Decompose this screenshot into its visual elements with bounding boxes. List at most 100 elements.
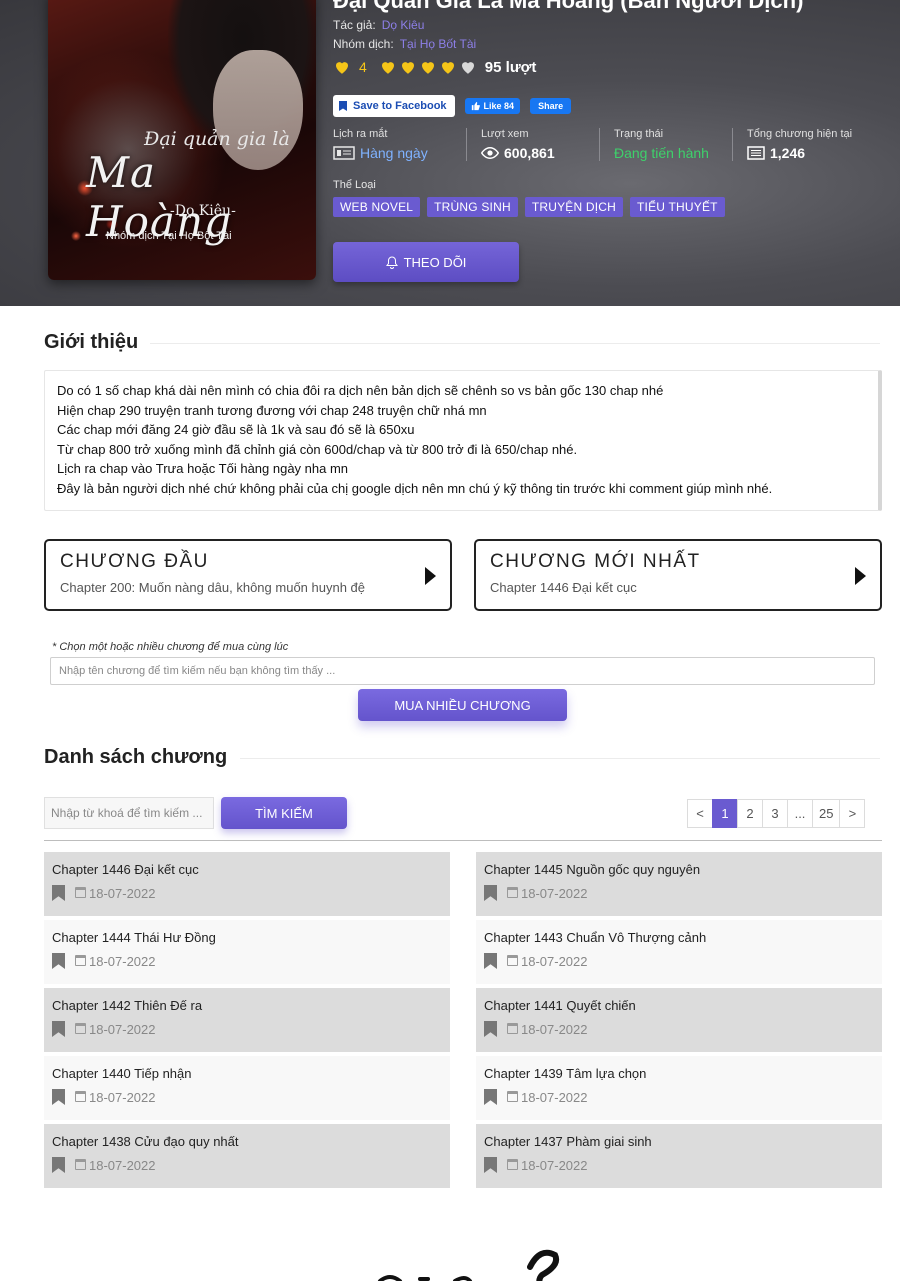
bookmark-icon[interactable] [484, 1089, 497, 1105]
chapter-name[interactable]: Chapter 1445 Nguồn gốc quy nguyên [484, 862, 874, 877]
chapter-date: 18-07-2022 [521, 1157, 588, 1173]
chapter-row[interactable]: Chapter 1444 Thái Hư Đồng 18-07-2022 [44, 920, 450, 984]
facebook-like-button[interactable]: Like 84 [464, 98, 521, 114]
chapter-meta: 18-07-2022 [484, 885, 874, 901]
group-link[interactable]: Tại Họ Bốt Tài [400, 37, 476, 51]
rating: 4 95 lượt [333, 58, 536, 76]
calendar-icon [75, 886, 86, 898]
chapter-meta: 18-07-2022 [52, 953, 442, 969]
heart-icon[interactable] [399, 58, 417, 76]
divider [44, 840, 882, 841]
rating-score: 4 [359, 59, 367, 75]
chapter-date: 18-07-2022 [89, 1157, 156, 1173]
latest-chapter-card[interactable]: CHƯƠNG MỚI NHẤT Chapter 1446 Đại kết cục [474, 539, 882, 611]
search-button[interactable]: TÌM KIẾM [221, 797, 347, 829]
save-to-facebook-button[interactable]: Save to Facebook [333, 95, 455, 117]
chapter-name[interactable]: Chapter 1439 Tâm lựa chọn [484, 1066, 874, 1081]
chapter-meta: 18-07-2022 [484, 1089, 874, 1105]
heart-icon[interactable] [379, 58, 397, 76]
calendar-icon [507, 954, 518, 966]
chapter-row[interactable]: Chapter 1437 Phàm giai sinh 18-07-2022 [476, 1124, 882, 1188]
bookmark-icon[interactable] [484, 1021, 497, 1037]
stat-chapters-value: 1,246 [770, 145, 806, 161]
page-1[interactable]: 1 [712, 799, 738, 828]
bookmark-icon[interactable] [52, 1089, 65, 1105]
chapter-row[interactable]: Chapter 1438 Cửu đạo quy nhất 18-07-2022 [44, 1124, 450, 1188]
page-last[interactable]: 25 [812, 799, 841, 828]
divider [240, 758, 880, 759]
follow-button[interactable]: THEO DÕI [333, 242, 519, 282]
chapter-date-wrap: 18-07-2022 [75, 886, 156, 901]
bookmark-icon[interactable] [52, 1157, 65, 1173]
cover-image[interactable]: Đại quản gia là Ma Hoàng -Dọ Kiêu- Nhóm … [48, 0, 316, 280]
chapter-date-wrap: 18-07-2022 [75, 1090, 156, 1105]
chapter-meta: 18-07-2022 [484, 1157, 874, 1173]
chapter-name[interactable]: Chapter 1446 Đại kết cục [52, 862, 442, 877]
stat-chapters: Tổng chương hiện tại 1,246 [732, 128, 882, 161]
bookmark-icon[interactable] [52, 1021, 65, 1037]
chapter-row[interactable]: Chapter 1446 Đại kết cục 18-07-2022 [44, 852, 450, 916]
chapter-date-wrap: 18-07-2022 [75, 1022, 156, 1037]
bookmark-icon[interactable] [52, 885, 65, 901]
heart-empty-icon[interactable] [459, 58, 477, 76]
list-icon [747, 146, 765, 160]
intro-line: Do có 1 số chap khá dài nên mình có chia… [57, 383, 664, 398]
page-3[interactable]: 3 [762, 799, 788, 828]
page-next[interactable]: > [839, 799, 866, 828]
heart-icon[interactable] [439, 58, 457, 76]
stat-views-label: Lượt xem [481, 128, 529, 140]
bookmark-icon[interactable] [52, 953, 65, 969]
chapter-name[interactable]: Chapter 1437 Phàm giai sinh [484, 1134, 874, 1149]
chapter-date: 18-07-2022 [89, 953, 156, 969]
chapter-row[interactable]: Chapter 1440 Tiếp nhận 18-07-2022 [44, 1056, 450, 1120]
calendar-icon [507, 1158, 518, 1170]
genre-tag[interactable]: WEB NOVEL [333, 197, 421, 217]
save-to-facebook-label: Save to Facebook [353, 100, 447, 112]
genre-tag[interactable]: TIỂU THUYẾT [630, 197, 725, 217]
stat-schedule-value-row: Hàng ngày [333, 145, 448, 161]
keyword-search-input[interactable]: Nhập từ khoá để tìm kiếm ... [44, 797, 214, 829]
buy-multiple-button[interactable]: MUA NHIỀU CHƯƠNG [358, 689, 567, 721]
stat-chapters-label: Tổng chương hiện tại [747, 128, 853, 140]
chapter-meta: 18-07-2022 [52, 885, 442, 901]
stat-schedule-label: Lịch ra mắt [333, 128, 388, 140]
chapter-name[interactable]: Chapter 1440 Tiếp nhận [52, 1066, 442, 1081]
latest-chapter-title: Chapter 1446 Đại kết cục [490, 580, 637, 595]
chapter-row[interactable]: Chapter 1445 Nguồn gốc quy nguyên 18-07-2… [476, 852, 882, 916]
group-label: Nhóm dịch: [333, 37, 394, 51]
latest-chapter-heading: CHƯƠNG MỚI NHẤT [490, 551, 701, 572]
chapter-name[interactable]: Chapter 1444 Thái Hư Đồng [52, 930, 442, 945]
genre-tag[interactable]: TRUYỆN DỊCH [524, 197, 624, 217]
calendar-icon [75, 1090, 86, 1102]
chapter-name[interactable]: Chapter 1442 Thiên Đế ra [52, 998, 442, 1013]
bookmark-icon[interactable] [484, 953, 497, 969]
bookmark-icon[interactable] [484, 1157, 497, 1173]
chapter-meta: 18-07-2022 [484, 953, 874, 969]
bookmark-icon[interactable] [484, 885, 497, 901]
facebook-share-button[interactable]: Share [530, 98, 572, 114]
genre-tag[interactable]: TRÙNG SINH [427, 197, 518, 217]
chapter-name[interactable]: Chapter 1441 Quyết chiến [484, 998, 874, 1013]
chapter-row[interactable]: Chapter 1442 Thiên Đế ra 18-07-2022 [44, 988, 450, 1052]
first-chapter-card[interactable]: CHƯƠNG ĐẦU Chapter 200: Muốn nàng dâu, k… [44, 539, 452, 611]
stat-views-value-row: 600,861 [481, 145, 581, 161]
chapter-search-input[interactable]: Nhập tên chương để tìm kiếm nếu bạn khôn… [50, 657, 875, 685]
rating-hearts[interactable] [379, 58, 477, 76]
chapter-name[interactable]: Chapter 1438 Cửu đạo quy nhất [52, 1134, 442, 1149]
chapter-name[interactable]: Chapter 1443 Chuẩn Vô Thượng cảnh [484, 930, 874, 945]
page-2[interactable]: 2 [737, 799, 763, 828]
chapter-row[interactable]: Chapter 1439 Tâm lựa chọn 18-07-2022 [476, 1056, 882, 1120]
chapter-date-wrap: 18-07-2022 [507, 1022, 588, 1037]
chapter-row[interactable]: Chapter 1441 Quyết chiến 18-07-2022 [476, 988, 882, 1052]
story-stats: Lịch ra mắt Hàng ngày Lượt xem 600,861 T… [333, 128, 882, 161]
page-prev[interactable]: < [687, 799, 713, 828]
chapter-list-heading: Danh sách chương [44, 746, 228, 768]
author-link[interactable]: Dọ Kiêu [382, 18, 425, 32]
chapter-meta: 18-07-2022 [52, 1089, 442, 1105]
divider [150, 343, 880, 344]
stat-status: Trạng thái Đang tiến hành [599, 128, 732, 161]
chapter-row[interactable]: Chapter 1443 Chuẩn Vô Thượng cảnh 18-07-2… [476, 920, 882, 984]
intro-heading: Giới thiệu [44, 331, 139, 353]
heart-icon[interactable] [419, 58, 437, 76]
stat-schedule: Lịch ra mắt Hàng ngày [333, 128, 466, 161]
